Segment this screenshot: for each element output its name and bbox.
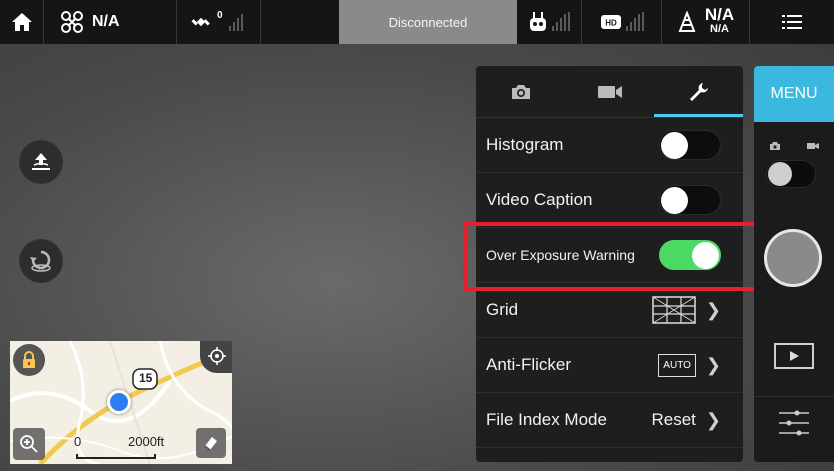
aircraft-status[interactable]: N/A (44, 0, 177, 44)
play-icon (790, 351, 799, 361)
scale-end-label: 2000ft (128, 434, 165, 449)
file-index-mode-value: Reset ❯ (651, 410, 721, 431)
home-icon (11, 13, 32, 31)
menu-button[interactable]: MENU (754, 66, 834, 122)
chevron-right-icon: ❯ (705, 354, 721, 375)
toggle-knob (768, 162, 792, 186)
grid-value: ❯ (652, 296, 721, 324)
eraser-icon (204, 437, 217, 451)
video-mode-icon (807, 143, 819, 149)
histogram-label: Histogram (486, 135, 564, 154)
video-caption-toggle[interactable] (659, 185, 721, 215)
video-caption-label: Video Caption (486, 190, 593, 209)
map-recenter-button[interactable] (200, 341, 232, 373)
playback-button[interactable] (774, 343, 814, 369)
setting-row-grid[interactable]: Grid ❯ (476, 283, 743, 338)
drone-icon (61, 11, 83, 33)
battery-value: N/A (704, 5, 735, 24)
grid-icon (652, 296, 696, 324)
settings-tabs (476, 66, 743, 118)
shutter-button[interactable] (764, 229, 822, 287)
tab-photo[interactable] (476, 66, 565, 117)
histogram-toggle[interactable] (659, 130, 721, 160)
crosshair-icon (208, 347, 226, 365)
setting-row-video-caption: Video Caption (476, 173, 743, 228)
tab-general-settings[interactable] (654, 66, 743, 117)
takeoff-icon (32, 153, 50, 170)
camera-control-rail: MENU (754, 66, 834, 462)
satellite-icon (191, 17, 210, 27)
grid-label: Grid (486, 300, 519, 319)
sliders-icon (779, 410, 809, 436)
rc-signal-bars (552, 12, 570, 31)
gps-signal-bars (228, 13, 243, 31)
battery-sub-value: N/A (710, 23, 729, 35)
connection-status: Disconnected (339, 0, 517, 44)
video-camera-icon (597, 85, 622, 98)
anti-flicker-label: Anti-Flicker (486, 355, 572, 374)
top-status-bar: N/A 0 Disconnected HD N/A N/A (0, 0, 834, 44)
hd-video-signal[interactable]: HD (582, 0, 662, 44)
remote-controller-icon (530, 12, 546, 31)
hd-icon: HD (600, 15, 621, 29)
camera-icon (511, 84, 530, 99)
photo-mode-icon (770, 142, 780, 150)
svg-text:H: H (39, 266, 43, 272)
highlight-box (463, 222, 778, 291)
list-icon (782, 15, 802, 29)
remote-controller-signal[interactable] (517, 0, 582, 44)
battery-icon (678, 11, 696, 32)
takeoff-button[interactable] (20, 141, 62, 183)
rail-divider (754, 396, 834, 397)
toggle-knob (661, 132, 688, 159)
chevron-right-icon: ❯ (705, 299, 721, 320)
zoom-button[interactable] (13, 428, 45, 460)
home-button[interactable] (0, 0, 44, 44)
eraser-button[interactable] (196, 428, 226, 458)
hd-signal-bars (625, 12, 644, 31)
camera-settings-button[interactable] (776, 406, 812, 440)
route-shield-label: 15 (139, 371, 153, 385)
file-index-mode-label: File Index Mode (486, 410, 607, 429)
tab-video[interactable] (565, 66, 654, 117)
battery-readout: N/A N/A (704, 5, 735, 36)
battery-status[interactable]: N/A N/A (662, 0, 750, 44)
toggle-knob (661, 187, 688, 214)
anti-flicker-value: AUTO ❯ (658, 353, 721, 377)
aircraft-location-marker (107, 390, 131, 414)
auto-badge: AUTO (658, 353, 696, 377)
setting-row-file-index-mode[interactable]: File Index Mode Reset ❯ (476, 393, 743, 448)
lock-button[interactable] (13, 344, 45, 376)
setting-row-histogram: Histogram (476, 118, 743, 173)
aircraft-status-text: N/A (92, 13, 120, 30)
scale-start-label: 0 (74, 434, 82, 449)
list-menu-button[interactable] (750, 0, 834, 44)
return-home-icon: H (30, 250, 51, 272)
return-home-button[interactable]: H (20, 240, 62, 282)
chevron-right-icon: ❯ (705, 409, 721, 430)
gps-status[interactable]: 0 (177, 0, 261, 44)
gps-satellite-count: 0 (217, 9, 223, 21)
lock-icon (23, 351, 35, 368)
map-scale-bar (76, 454, 156, 459)
hd-icon-text: HD (605, 19, 617, 28)
setting-row-anti-flicker[interactable]: Anti-Flicker AUTO ❯ (476, 338, 743, 393)
wrench-icon (689, 82, 708, 101)
photo-video-mode-switch[interactable] (766, 160, 816, 188)
mini-map[interactable]: 15 0 2000ft (10, 341, 232, 464)
zoom-in-icon (20, 435, 38, 453)
file-index-mode-text: Reset (651, 410, 696, 429)
